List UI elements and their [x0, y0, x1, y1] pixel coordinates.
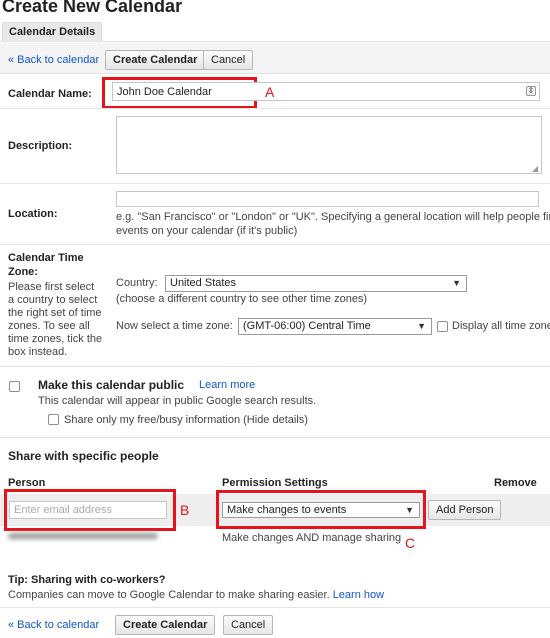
- country-label: Country:: [116, 277, 158, 289]
- input-helper-icon[interactable]: ⇕: [526, 86, 536, 96]
- annotation-box-c: [216, 490, 426, 529]
- learn-how-link[interactable]: Learn how: [333, 589, 384, 601]
- tip-text-body: Companies can move to Google Calendar to…: [8, 589, 330, 601]
- location-hint-line1: e.g. "San Francisco" or "London" or "UK"…: [116, 211, 550, 223]
- chevron-down-icon: ▼: [417, 321, 426, 331]
- back-to-calendar-link[interactable]: « Back to calendar: [8, 619, 99, 631]
- existing-permission-text: Make changes AND manage sharing: [222, 532, 402, 544]
- timezone-label-line2: Zone:: [8, 266, 38, 278]
- cancel-button[interactable]: Cancel: [203, 50, 254, 70]
- public-hint: This calendar will appear in public Goog…: [38, 395, 317, 407]
- location-hint-line2: events on your calendar (if it's public): [116, 225, 298, 237]
- annotation-box-b: [4, 489, 176, 531]
- remove-column-header: Remove: [494, 477, 537, 489]
- location-label: Location:: [8, 208, 58, 220]
- create-calendar-button[interactable]: Create Calendar: [115, 615, 216, 635]
- make-public-checkbox[interactable]: [9, 381, 20, 392]
- country-hint: (choose a different country to see other…: [116, 293, 368, 305]
- divider: [0, 366, 550, 367]
- resize-handle-icon[interactable]: ◢: [532, 164, 538, 173]
- cancel-button[interactable]: Cancel: [223, 615, 274, 635]
- annotation-letter-a: A: [265, 84, 275, 100]
- calendar-name-label: Calendar Name:: [8, 88, 92, 100]
- timezone-label-line1: Calendar Time: [8, 252, 84, 264]
- create-calendar-button[interactable]: Create Calendar: [105, 50, 206, 70]
- divider: [0, 183, 550, 184]
- timezone-select[interactable]: (GMT-06:00) Central Time ▼: [238, 318, 432, 335]
- add-person-button[interactable]: Add Person: [428, 500, 502, 520]
- timezone-select-value: (GMT-06:00) Central Time: [243, 320, 371, 332]
- timezone-help-line: box instead.: [8, 346, 68, 358]
- divider: [0, 108, 550, 109]
- permission-column-header: Permission Settings: [222, 477, 328, 489]
- display-all-timezones-checkbox[interactable]: [437, 321, 448, 332]
- person-column-header: Person: [8, 477, 46, 489]
- share-heading: Share with specific people: [8, 449, 159, 463]
- tab-calendar-details[interactable]: Calendar Details: [2, 22, 103, 42]
- country-select-value: United States: [170, 277, 237, 289]
- redacted-person-name: [8, 533, 158, 539]
- freebusy-label: Share only my free/busy information (Hid…: [64, 414, 308, 426]
- description-label: Description:: [8, 140, 73, 152]
- calendar-name-value: John Doe Calendar: [117, 86, 212, 98]
- annotation-letter-b: B: [180, 502, 190, 518]
- location-input[interactable]: [116, 191, 539, 207]
- make-public-label: Make this calendar public: [38, 378, 185, 392]
- freebusy-checkbox[interactable]: [48, 414, 59, 425]
- page-title: Create New Calendar: [2, 0, 183, 16]
- tip-text: Companies can move to Google Calendar to…: [8, 588, 384, 603]
- description-textarea[interactable]: [116, 116, 542, 174]
- calendar-name-input[interactable]: John Doe Calendar: [112, 82, 540, 101]
- chevron-down-icon: ▼: [452, 278, 461, 288]
- back-to-calendar-link[interactable]: « Back to calendar: [8, 54, 99, 66]
- display-all-timezones-label: Display all time zones: [452, 320, 550, 332]
- country-select[interactable]: United States ▼: [165, 275, 467, 292]
- divider: [0, 244, 550, 245]
- learn-more-link[interactable]: Learn more: [199, 379, 255, 391]
- annotation-letter-c: C: [405, 535, 416, 551]
- tip-title: Tip: Sharing with co-workers?: [8, 574, 166, 586]
- divider: [0, 607, 550, 608]
- timezone-select-label: Now select a time zone:: [116, 320, 233, 332]
- divider: [0, 437, 550, 438]
